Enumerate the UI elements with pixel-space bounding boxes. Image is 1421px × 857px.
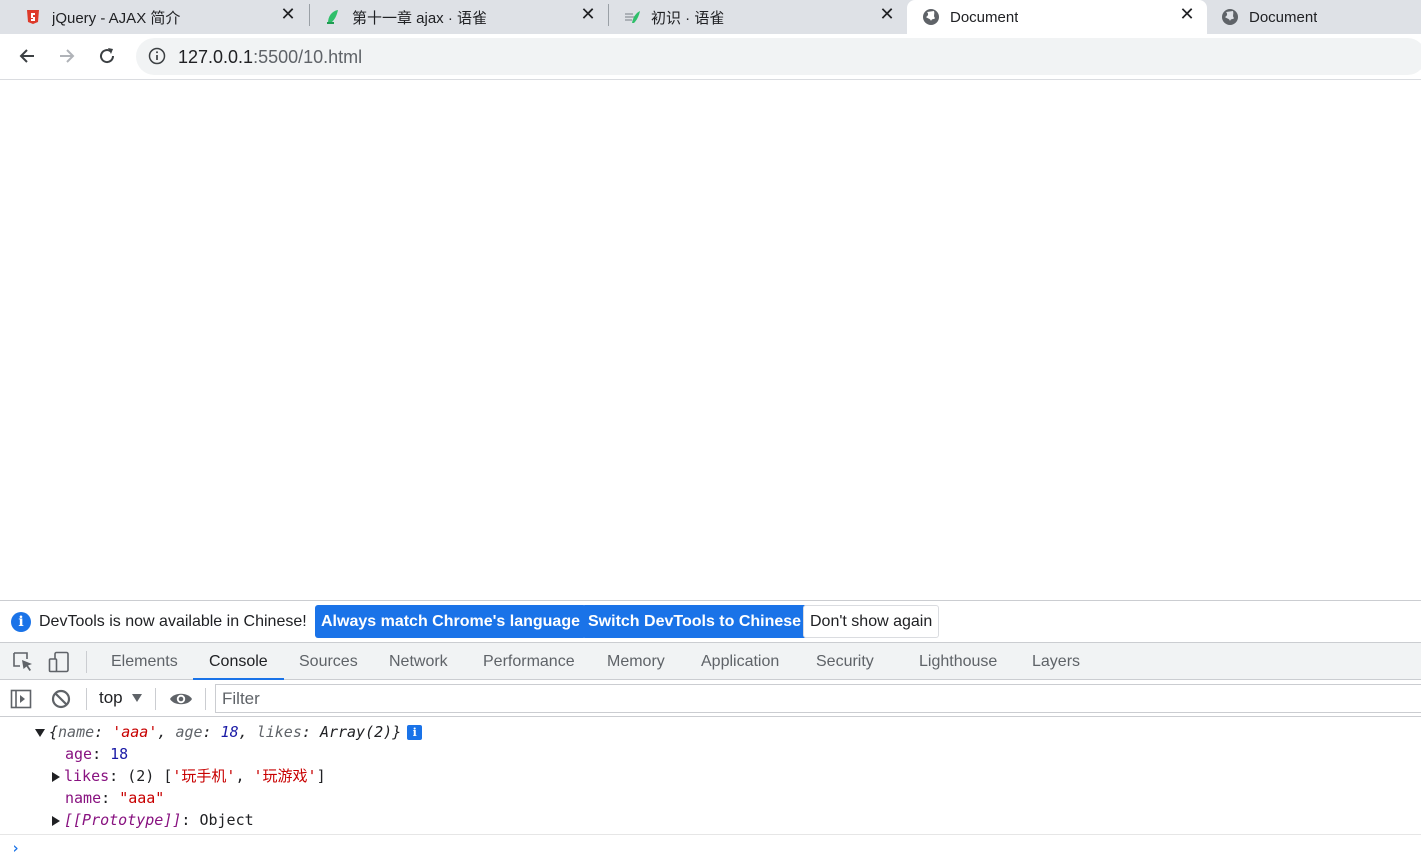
page-viewport: [0, 80, 1421, 600]
browser-tab-document-active[interactable]: Document ✕: [907, 0, 1207, 34]
obj-string: 'aaa': [112, 723, 158, 741]
tab-title: Document: [950, 8, 1019, 26]
arrow-left-icon: [19, 49, 34, 63]
info-icon[interactable]: [148, 47, 166, 65]
prop-key: [[Prototype]]: [64, 811, 182, 829]
tab-lighthouse[interactable]: Lighthouse: [919, 643, 997, 680]
tab-separator: [309, 4, 310, 26]
prop-value: Object: [199, 811, 254, 829]
browser-tab-document[interactable]: Document: [1221, 0, 1421, 34]
expanded-triangle-icon[interactable]: [35, 728, 45, 737]
address-bar[interactable]: 127.0.0.1:5500/10.html: [136, 38, 1421, 75]
obj-key: likes: [256, 723, 302, 741]
tab-separator: [608, 4, 609, 26]
url-text[interactable]: 127.0.0.1:5500/10.html: [178, 47, 362, 68]
console-object-summary[interactable]: {name: 'aaa', age: 18, likes: Array(2)} i: [35, 721, 423, 743]
eye-icon[interactable]: [169, 688, 193, 710]
inspect-element-icon[interactable]: [12, 651, 34, 673]
tab-memory[interactable]: Memory: [607, 643, 665, 680]
dont-show-again-button[interactable]: Don't show again: [803, 605, 940, 638]
console-prop-likes[interactable]: likes: (2) ['玩手机', '玩游戏']: [52, 765, 326, 787]
obj-brace: {: [49, 723, 59, 741]
obj-key: age: [175, 723, 203, 741]
tab-title: 第十一章 ajax · 语雀: [352, 9, 488, 27]
browser-tab-jquery[interactable]: jQuery - AJAX 简介 ✕: [24, 0, 308, 34]
arrow-right-icon: [60, 49, 75, 63]
collapsed-triangle-icon[interactable]: [52, 815, 60, 826]
yuque-icon: [625, 11, 640, 23]
prop-count: (2): [127, 767, 155, 785]
close-tab-icon[interactable]: ✕: [877, 4, 897, 24]
tab-strip: jQuery - AJAX 简介 ✕ 第十一章 ajax · 语雀 ✕ 初识 ·…: [0, 0, 1421, 34]
prop-string: '玩手机': [172, 767, 236, 785]
toolbar-divider: [155, 688, 156, 710]
tab-security[interactable]: Security: [816, 643, 874, 680]
switch-to-chinese-button[interactable]: Switch DevTools to Chinese: [582, 605, 808, 638]
obj-number: 18: [220, 723, 239, 741]
tab-performance[interactable]: Performance: [483, 643, 575, 680]
prop-key: name: [65, 789, 102, 807]
clear-console-icon[interactable]: [50, 688, 72, 710]
console-filter-input[interactable]: [215, 684, 1421, 713]
tab-sources[interactable]: Sources: [299, 643, 358, 680]
back-button[interactable]: [12, 41, 42, 71]
globe-icon: [1222, 9, 1238, 25]
collapsed-triangle-icon[interactable]: [52, 771, 60, 782]
obj-brace: }: [392, 723, 402, 741]
console-prop-age: age: 18: [65, 745, 129, 763]
device-toolbar-icon[interactable]: [48, 651, 70, 673]
dropdown-arrow-icon[interactable]: [132, 694, 142, 702]
prop-string: '玩游戏': [253, 767, 317, 785]
globe-icon: [923, 9, 939, 25]
obj-key: name: [58, 723, 95, 741]
url-path: :5500/10.html: [253, 47, 363, 67]
always-match-language-button[interactable]: Always match Chrome's language: [315, 605, 586, 638]
browser-tab-yuque-intro[interactable]: 初识 · 语雀 ✕: [623, 0, 907, 34]
context-selector[interactable]: top: [99, 688, 123, 708]
forward-button[interactable]: [52, 41, 82, 71]
close-tab-icon[interactable]: ✕: [1177, 4, 1197, 24]
tab-elements[interactable]: Elements: [111, 643, 178, 680]
prop-string: "aaa": [119, 789, 165, 807]
prop-key: age: [65, 745, 93, 763]
browser-tab-yuque-ajax[interactable]: 第十一章 ajax · 语雀 ✕: [324, 0, 608, 34]
toolbar-divider: [86, 688, 87, 710]
tab-title: 初识 · 语雀: [651, 9, 725, 27]
tab-layers[interactable]: Layers: [1032, 643, 1080, 680]
yuque-icon: [327, 10, 338, 24]
close-tab-icon[interactable]: ✕: [278, 4, 298, 24]
browser-toolbar: 127.0.0.1:5500/10.html: [0, 34, 1421, 80]
info-icon: i: [11, 612, 31, 632]
obj-value: Array(2): [319, 723, 393, 741]
tab-application[interactable]: Application: [701, 643, 779, 680]
toolbar-divider: [205, 688, 206, 710]
reload-icon: [100, 48, 115, 64]
url-host: 127.0.0.1: [178, 47, 254, 67]
infobar-message: DevTools is now available in Chinese!: [39, 613, 307, 630]
reload-button[interactable]: [92, 41, 122, 71]
tab-title: Document: [1249, 8, 1318, 26]
console-output: {name: 'aaa', age: 18, likes: Array(2)} i…: [0, 717, 1421, 857]
console-divider: [0, 834, 1421, 835]
toolbar-divider: [86, 651, 87, 673]
console-prop-name: name: "aaa": [65, 789, 165, 807]
devtools-tabbar: Elements Console Sources Network Perform…: [0, 643, 1421, 680]
jquery-icon: [27, 10, 39, 24]
tab-title: jQuery - AJAX 简介: [52, 9, 181, 27]
devtools-language-infobar: i DevTools is now available in Chinese! …: [0, 600, 1421, 643]
close-tab-icon[interactable]: ✕: [578, 4, 598, 24]
info-badge-icon[interactable]: i: [407, 725, 423, 740]
tab-network[interactable]: Network: [389, 643, 448, 680]
console-toolbar: top: [0, 680, 1421, 717]
prop-number: 18: [110, 745, 129, 763]
console-prop-prototype[interactable]: [[Prototype]]: Object: [52, 809, 254, 831]
console-prompt-icon[interactable]: ›: [11, 839, 20, 857]
sidebar-toggle-icon[interactable]: [10, 688, 32, 710]
prop-key: likes: [64, 767, 110, 785]
tab-console[interactable]: Console: [193, 643, 284, 680]
